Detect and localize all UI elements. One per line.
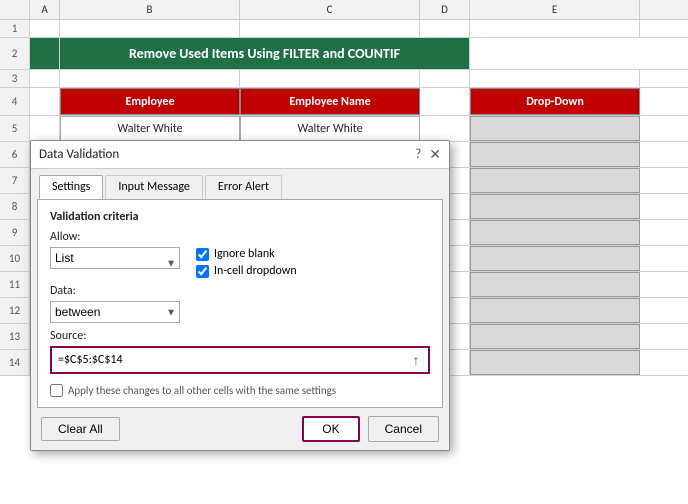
cell-b4-employee[interactable]: Employee [60,88,240,115]
source-input[interactable] [52,348,404,372]
cell-e5[interactable] [470,116,640,141]
sheet-row-title: 2 Remove Used Items Using FILTER and COU… [0,38,688,70]
cell-a2[interactable] [30,38,60,69]
row-num-14: 14 [0,350,30,375]
cell-e1[interactable] [470,20,640,37]
corner-cell [0,0,30,19]
checkbox-group: Ignore blank In-cell dropdown [196,247,297,278]
row-num-9: 9 [0,220,30,245]
data-select[interactable]: between [50,301,180,323]
row-num: 1 [0,20,30,37]
cell-c1[interactable] [240,20,420,37]
col-header-d: D [420,0,470,19]
cell-b1[interactable] [60,20,240,37]
ignore-blank-checkbox[interactable] [196,248,209,261]
cell-e7[interactable] [470,168,640,193]
row-num-10: 10 [0,246,30,271]
in-cell-dropdown-label: In-cell dropdown [214,264,297,278]
cell-b5[interactable]: Walter White [60,116,240,141]
dialog-controls: ? ✕ [415,147,441,162]
dialog-tabs: Settings Input Message Error Alert [31,169,449,199]
dialog-title: Data Validation [39,147,119,162]
footer-left: Clear All [41,417,120,441]
source-collapse-button[interactable]: ↑ [404,348,428,372]
row-num-12: 12 [0,298,30,323]
cell-e4-dropdown[interactable]: Drop-Down [470,88,640,115]
spreadsheet: A B C D E 1 2 Remove Used Items Using FI… [0,0,688,504]
sheet-row-5: 5 Walter White Walter White [0,116,688,142]
source-row: Source: ↑ [50,329,430,374]
data-validation-dialog: Data Validation ? ✕ Settings Input Messa… [30,140,450,451]
row-num-3: 3 [0,70,30,87]
allow-select-wrapper: List ▼ [50,247,180,278]
source-label: Source: [50,329,430,343]
footer-right: OK Cancel [302,416,439,442]
cell-a5[interactable] [30,116,60,141]
cell-d4[interactable] [420,88,470,115]
dialog-close-button[interactable]: ✕ [429,148,441,162]
row-num-8: 8 [0,194,30,219]
cell-d1[interactable] [420,20,470,37]
cell-e6[interactable] [470,142,640,167]
row-num-7: 7 [0,168,30,193]
cell-c3[interactable] [240,70,420,87]
row-num-6: 6 [0,142,30,167]
row-num-4: 4 [0,88,30,115]
collapse-icon: ↑ [413,352,420,368]
cancel-button[interactable]: Cancel [368,416,439,442]
allow-row: Allow: List ▼ Ignore blank [50,230,430,278]
cell-b3[interactable] [60,70,240,87]
dialog-help-button[interactable]: ? [415,147,421,162]
sheet-row: 1 [0,20,688,38]
data-row: Data: between ▼ [50,284,430,323]
allow-label: Allow: [50,230,430,244]
cell-a1[interactable] [30,20,60,37]
row-num-13: 13 [0,324,30,349]
cell-d3[interactable] [420,70,470,87]
row-num-11: 11 [0,272,30,297]
sheet-row-header: 4 Employee Employee Name Drop-Down [0,88,688,116]
apply-row: Apply these changes to all other cells w… [50,384,430,397]
cell-a3[interactable] [30,70,60,87]
dialog-body: Validation criteria Allow: List ▼ [37,199,443,408]
validation-criteria-label: Validation criteria [50,210,430,224]
cell-b2[interactable]: Remove Used Items Using FILTER and COUNT… [60,38,470,69]
dialog-titlebar: Data Validation ? ✕ [31,141,449,169]
col-header-row: A B C D E [0,0,688,20]
tab-settings[interactable]: Settings [39,175,103,199]
cell-a4[interactable] [30,88,60,115]
tab-input-message[interactable]: Input Message [105,175,203,199]
apply-checkbox[interactable] [50,384,63,397]
apply-label: Apply these changes to all other cells w… [68,384,336,397]
col-header-b: B [60,0,240,19]
ignore-blank-label: Ignore blank [214,247,275,261]
tab-error-alert[interactable]: Error Alert [205,175,282,199]
ok-button[interactable]: OK [302,416,359,442]
data-label: Data: [50,284,180,298]
allow-select[interactable]: List [50,247,180,269]
source-input-wrap: ↑ [50,346,430,374]
in-cell-dropdown-checkbox[interactable] [196,265,209,278]
data-select-wrapper: between ▼ [50,301,180,323]
row-num-5: 5 [0,116,30,141]
col-header-a: A [30,0,60,19]
clear-all-button[interactable]: Clear All [41,417,120,441]
cell-d5[interactable] [420,116,470,141]
row-num-2: 2 [0,38,30,69]
cell-e3[interactable] [470,70,640,87]
col-header-e: E [470,0,640,19]
ignore-blank-row: Ignore blank [196,247,297,261]
sheet-row-3: 3 [0,70,688,88]
col-header-c: C [240,0,420,19]
cell-c5[interactable]: Walter White [240,116,420,141]
in-cell-dropdown-row: In-cell dropdown [196,264,297,278]
cell-c4-employee-name[interactable]: Employee Name [240,88,420,115]
dialog-footer: Clear All OK Cancel [31,408,449,450]
